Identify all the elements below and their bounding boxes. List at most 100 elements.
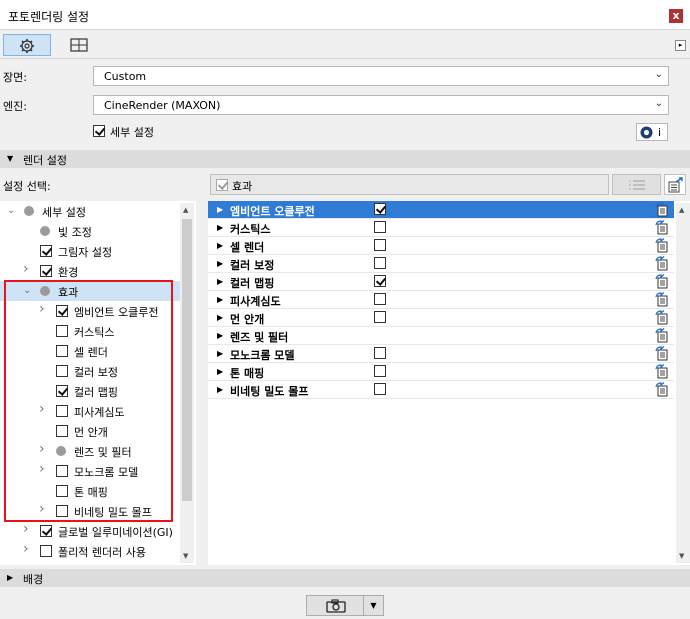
chevron-right-icon[interactable]: › — [23, 261, 29, 277]
info-label: i — [658, 126, 662, 139]
render-options-dropdown[interactable]: ▼ — [363, 595, 384, 616]
effect-row[interactable]: ▶ 컬러 보정 — [208, 255, 674, 273]
caret-right-icon[interactable]: ▶ — [217, 259, 223, 268]
copy-settings-icon[interactable] — [655, 238, 669, 253]
background-section-header[interactable]: ▶ 배경 — [0, 569, 690, 587]
copy-settings-icon[interactable] — [655, 274, 669, 289]
chevron-down-icon[interactable]: ⌄ — [7, 205, 15, 216]
window-title: 포토렌더링 설정 — [8, 10, 90, 24]
caret-right-icon[interactable]: ▶ — [217, 349, 223, 358]
effect-checkbox[interactable] — [374, 221, 386, 233]
tree-item[interactable]: › 폴리적 렌더러 사용 — [0, 541, 180, 561]
effects-scrollbar[interactable]: ▲ ▼ — [676, 203, 690, 563]
render-settings-header[interactable]: ▼ 렌더 설정 — [0, 150, 690, 168]
effect-checkbox[interactable] — [374, 257, 386, 269]
copy-settings-icon[interactable] — [655, 328, 669, 343]
caret-right-icon[interactable]: ▶ — [217, 241, 223, 250]
caret-right-icon[interactable]: ▶ — [217, 223, 223, 232]
caret-right-icon[interactable]: ▶ — [217, 205, 223, 214]
caret-right-icon[interactable]: ▶ — [217, 295, 223, 304]
effect-row[interactable]: ▶ 비네팅 밀도 몰프 — [208, 381, 674, 399]
scroll-down-icon[interactable]: ▼ — [679, 552, 684, 560]
scroll-up-icon[interactable]: ▲ — [183, 206, 188, 214]
tree-item[interactable]: 빛 조정 — [0, 221, 180, 241]
effect-row[interactable]: ▶ 셀 렌더 — [208, 237, 674, 255]
tree-item[interactable]: ⌄ 세부 설정 — [0, 201, 180, 221]
tree-item[interactable]: › 글로벌 일루미네이션(GI) — [0, 521, 180, 541]
tree-item-checkbox[interactable] — [40, 265, 52, 277]
effect-checkbox[interactable] — [374, 293, 386, 305]
effect-row[interactable]: ▶ 모노크롬 모델 — [208, 345, 674, 363]
caret-right-icon[interactable]: ▶ — [217, 367, 223, 376]
effect-label: 피사계심도 — [230, 295, 281, 308]
chevron-right-icon[interactable]: › — [23, 521, 29, 537]
copy-settings-icon[interactable] — [655, 310, 669, 325]
effect-row[interactable]: ▶ 커스틱스 — [208, 219, 674, 237]
render-button[interactable] — [306, 595, 364, 616]
bottom-bar: ▼ — [0, 592, 690, 619]
tree-item-label: 환경 — [58, 266, 79, 279]
effect-row[interactable]: ▶ 컬러 맵핑 — [208, 273, 674, 291]
chevron-right-icon[interactable]: › — [23, 541, 29, 557]
effect-checkbox[interactable] — [374, 365, 386, 377]
detail-settings-label: 세부 설정 — [110, 126, 154, 139]
scene-dropdown[interactable]: Custom ⌄ — [93, 66, 669, 86]
scroll-up-icon[interactable]: ▲ — [679, 206, 684, 214]
effect-row[interactable]: ▶ 먼 안개 — [208, 309, 674, 327]
tree-item-label: 빛 조정 — [58, 226, 92, 239]
caret-right-icon[interactable]: ▶ — [217, 385, 223, 394]
copy-settings-icon[interactable] — [655, 364, 669, 379]
copy-settings-icon[interactable] — [655, 346, 669, 361]
copy-settings-icon[interactable] — [655, 202, 669, 217]
selected-setting-text: 효과 — [232, 180, 253, 193]
detail-settings-checkbox[interactable] — [93, 125, 105, 137]
size-tab-button[interactable] — [55, 34, 103, 56]
effect-row[interactable]: ▶ 톤 매핑 — [208, 363, 674, 381]
tree-item-checkbox[interactable] — [40, 525, 52, 537]
export-icon — [668, 177, 683, 193]
effect-row[interactable]: ▶ 피사계심도 — [208, 291, 674, 309]
export-settings-button[interactable] — [664, 174, 686, 195]
selected-setting-checkbox — [216, 179, 228, 191]
effect-checkbox[interactable] — [374, 275, 386, 287]
close-button[interactable]: x — [669, 9, 683, 23]
effect-checkbox[interactable] — [374, 347, 386, 359]
cinema4d-icon — [640, 126, 653, 139]
tree-item-checkbox[interactable] — [40, 545, 52, 557]
title-bar: 포토렌더링 설정 x — [0, 0, 690, 30]
tree-scrollbar[interactable]: ▲ ▼ — [180, 203, 194, 563]
effect-label: 렌즈 및 필터 — [230, 331, 289, 344]
effect-row[interactable]: ▶ 엠비언트 오클루전 — [208, 201, 674, 219]
copy-settings-icon[interactable] — [655, 292, 669, 307]
chevron-down-icon: ▼ — [370, 601, 377, 610]
copy-settings-icon[interactable] — [655, 220, 669, 235]
list-options-button[interactable] — [612, 174, 661, 195]
copy-settings-icon[interactable] — [655, 256, 669, 271]
copy-settings-icon[interactable] — [655, 382, 669, 397]
effect-checkbox[interactable] — [374, 239, 386, 251]
effect-row[interactable]: ▶ 렌즈 및 필터 — [208, 327, 674, 345]
engine-dropdown[interactable]: CineRender (MAXON) ⌄ — [93, 95, 669, 115]
expand-panel-button[interactable]: ▸ — [675, 40, 686, 51]
status-dot-icon — [40, 226, 50, 236]
tree-item-checkbox[interactable] — [40, 245, 52, 257]
tree-item[interactable]: 그림자 설정 — [0, 241, 180, 261]
scrollbar-thumb[interactable] — [182, 219, 192, 501]
caret-right-icon[interactable]: ▶ — [217, 313, 223, 322]
settings-gear-icon — [20, 39, 34, 53]
status-dot-icon — [24, 206, 34, 216]
tree-item[interactable]: › 환경 — [0, 261, 180, 281]
settings-tab-button[interactable] — [3, 34, 51, 56]
effect-checkbox[interactable] — [374, 311, 386, 323]
effect-label: 모노크롬 모델 — [230, 349, 295, 362]
engine-info-button[interactable]: i — [636, 123, 668, 141]
highlight-box — [4, 280, 173, 522]
caret-right-icon[interactable]: ▶ — [217, 277, 223, 286]
caret-right-icon[interactable]: ▶ — [217, 331, 223, 340]
effect-checkbox[interactable] — [374, 203, 386, 215]
effect-label: 셀 렌더 — [230, 241, 265, 254]
tree-item-label: 글로벌 일루미네이션(GI) — [58, 526, 173, 539]
scroll-down-icon[interactable]: ▼ — [183, 552, 188, 560]
effect-checkbox[interactable] — [374, 383, 386, 395]
effect-label: 컬러 보정 — [230, 259, 275, 272]
